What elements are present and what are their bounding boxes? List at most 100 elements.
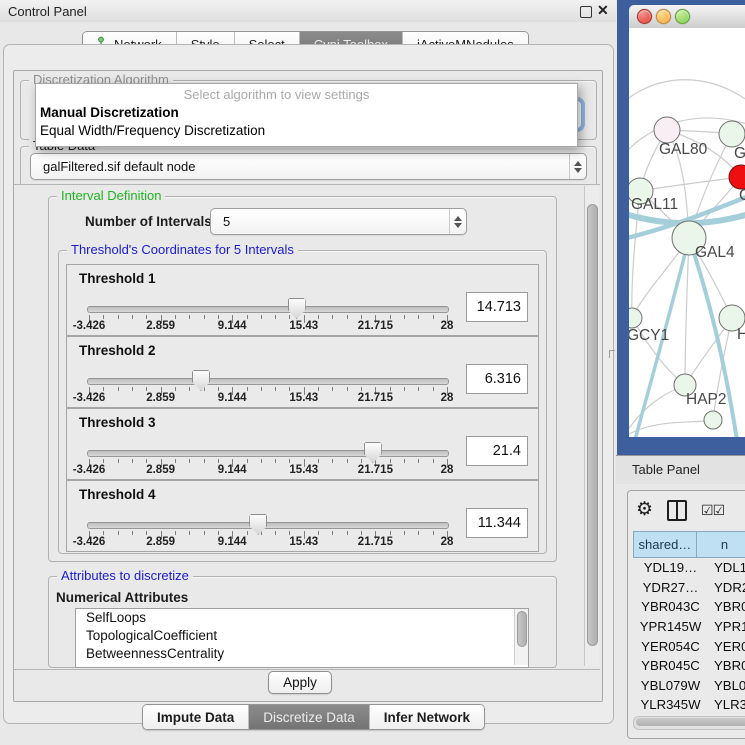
cell-shared-name[interactable]: YBR043C bbox=[633, 599, 708, 614]
slider-tick-label: 15.43 bbox=[289, 392, 318, 404]
slider-track[interactable] bbox=[87, 522, 449, 529]
tab-impute-data[interactable]: Impute Data bbox=[143, 705, 249, 729]
slider-handle[interactable] bbox=[192, 370, 210, 391]
main-vertical-scrollbar-thumb[interactable] bbox=[587, 204, 598, 646]
attribute-list-item[interactable]: BetweennessCentrality bbox=[76, 645, 528, 663]
table-horizontal-scrollbar[interactable] bbox=[633, 716, 745, 730]
attribute-list-item[interactable]: TopologicalCoefficient bbox=[76, 627, 528, 645]
network-window-titlebar[interactable] bbox=[629, 5, 745, 29]
table-row[interactable]: YBL079WYBL0 bbox=[633, 676, 745, 696]
slider-tick bbox=[132, 459, 133, 463]
algorithm-option-manual[interactable]: Manual Discretization bbox=[36, 104, 577, 122]
table-row[interactable]: YDR27…YDR2 bbox=[633, 578, 745, 598]
select-columns-checkboxes-icon[interactable]: ☑☑ bbox=[701, 502, 724, 519]
network-node-green[interactable] bbox=[629, 308, 642, 328]
threshold-value-field[interactable]: 6.316 bbox=[466, 364, 528, 394]
tab-infer-network[interactable]: Infer Network bbox=[370, 705, 484, 729]
cell-shared-name[interactable]: YER054C bbox=[633, 639, 708, 654]
network-edge[interactable] bbox=[685, 238, 689, 385]
slider-handle[interactable] bbox=[364, 442, 382, 463]
slider-track[interactable] bbox=[87, 306, 449, 313]
threshold-value-field[interactable]: 21.4 bbox=[466, 436, 528, 466]
slider-tick bbox=[261, 315, 262, 319]
threshold-card-4: Threshold 4-3.4262.8599.14415.4321.71528… bbox=[66, 480, 539, 552]
attributes-list-scrollbar[interactable] bbox=[514, 609, 528, 665]
table-horizontal-scrollbar-thumb[interactable] bbox=[636, 718, 745, 726]
cell-name[interactable]: YLR3 bbox=[708, 697, 745, 712]
gear-icon[interactable]: ⚙ bbox=[636, 500, 653, 520]
network-view-window[interactable]: GAL80GACGAL11GAL4GCY1HHAP2 bbox=[617, 0, 745, 455]
threshold-label: Threshold 2 bbox=[79, 343, 156, 358]
network-node-green[interactable] bbox=[704, 411, 722, 429]
network-node-label: GAL80 bbox=[659, 141, 708, 158]
minimize-traffic-light-icon[interactable] bbox=[656, 9, 671, 24]
column-header-shared[interactable]: shared… bbox=[633, 531, 697, 558]
table-row[interactable]: YBR045CYBR0 bbox=[633, 656, 745, 676]
slider-tick bbox=[433, 315, 434, 319]
cell-shared-name[interactable]: YLR345W bbox=[633, 697, 708, 712]
close-traffic-light-icon[interactable] bbox=[637, 9, 652, 24]
cell-name[interactable]: YBR0 bbox=[708, 658, 745, 673]
number-of-intervals-combobox[interactable]: 5 bbox=[210, 208, 467, 235]
threshold-label: Threshold 3 bbox=[79, 415, 156, 430]
table-row[interactable]: YER054CYER0 bbox=[633, 636, 745, 656]
network-edge[interactable] bbox=[640, 177, 741, 191]
main-vertical-scrollbar[interactable] bbox=[584, 186, 599, 666]
network-node-label: GAL11 bbox=[631, 196, 678, 213]
network-node-red[interactable] bbox=[729, 165, 745, 189]
cell-name[interactable]: YBL0 bbox=[708, 678, 745, 693]
network-node-green[interactable] bbox=[719, 121, 745, 147]
threshold-value-field[interactable]: 11.344 bbox=[466, 508, 528, 538]
table-panel-title: Table Panel bbox=[632, 462, 700, 477]
cell-shared-name[interactable]: YPR145W bbox=[633, 619, 708, 634]
slider-tick bbox=[103, 315, 104, 319]
columns-icon[interactable] bbox=[667, 500, 687, 521]
network-canvas[interactable]: GAL80GACGAL11GAL4GCY1HHAP2 bbox=[629, 28, 745, 437]
float-window-icon[interactable] bbox=[580, 6, 592, 18]
column-header-name[interactable]: n bbox=[697, 531, 745, 558]
numerical-attributes-list[interactable]: SelfLoopsTopologicalCoefficientBetweenne… bbox=[75, 608, 529, 668]
table-row[interactable]: YPR145WYPR1 bbox=[633, 617, 745, 637]
table-data-combobox[interactable]: galFiltered.sif default node bbox=[30, 153, 587, 180]
tab-discretize-data[interactable]: Discretize Data bbox=[249, 705, 370, 729]
slider-tick bbox=[433, 459, 434, 463]
apply-button-label: Apply bbox=[283, 675, 317, 690]
slider-track[interactable] bbox=[87, 378, 449, 385]
network-edge[interactable] bbox=[629, 420, 713, 437]
slider-tick bbox=[347, 387, 348, 391]
table-row[interactable]: YDL19…YDL1 bbox=[633, 558, 745, 578]
threshold-value-field[interactable]: 14.713 bbox=[466, 292, 528, 322]
slider-track[interactable] bbox=[87, 450, 449, 457]
algorithm-option-equal-width[interactable]: Equal Width/Frequency Discretization bbox=[36, 122, 577, 140]
network-edge[interactable] bbox=[629, 80, 745, 106]
cell-shared-name[interactable]: YDR27… bbox=[633, 580, 708, 595]
slider-tick bbox=[275, 531, 276, 535]
algorithm-prompt-option[interactable]: Select algorithm to view settings bbox=[36, 84, 577, 104]
cell-shared-name[interactable]: YBR045C bbox=[633, 658, 708, 673]
network-node-pink[interactable] bbox=[654, 117, 680, 143]
table-row[interactable]: YLR345WYLR3 bbox=[633, 695, 745, 715]
panel-resize-grip[interactable] bbox=[609, 350, 615, 358]
table-row[interactable]: YBR043CYBR0 bbox=[633, 597, 745, 617]
cell-name[interactable]: YER0 bbox=[708, 639, 745, 654]
slider-tick bbox=[132, 531, 133, 535]
cell-name[interactable]: YBR0 bbox=[708, 599, 745, 614]
zoom-traffic-light-icon[interactable] bbox=[675, 9, 690, 24]
cell-shared-name[interactable]: YBL079W bbox=[633, 678, 708, 693]
attributes-list-scrollbar-thumb[interactable] bbox=[517, 611, 527, 647]
slider-tick bbox=[347, 531, 348, 535]
close-icon[interactable]: ✕ bbox=[597, 2, 609, 19]
slider-tick-label: 15.43 bbox=[289, 320, 318, 332]
bottom-tab-bar: Impute Data Discretize Data Infer Networ… bbox=[142, 704, 485, 730]
cell-name[interactable]: YDL1 bbox=[708, 560, 745, 575]
cell-name[interactable]: YPR1 bbox=[708, 619, 745, 634]
cell-shared-name[interactable]: YDL19… bbox=[633, 560, 708, 575]
slider-tick bbox=[433, 531, 434, 535]
slider-tick bbox=[118, 459, 119, 463]
cell-name[interactable]: YDR2 bbox=[708, 580, 745, 595]
slider-handle[interactable] bbox=[249, 514, 267, 535]
apply-button[interactable]: Apply bbox=[268, 671, 332, 694]
attribute-list-item[interactable]: SelfLoops bbox=[76, 609, 528, 627]
slider-tick bbox=[247, 531, 248, 535]
slider-tick-label: 9.144 bbox=[218, 536, 247, 548]
